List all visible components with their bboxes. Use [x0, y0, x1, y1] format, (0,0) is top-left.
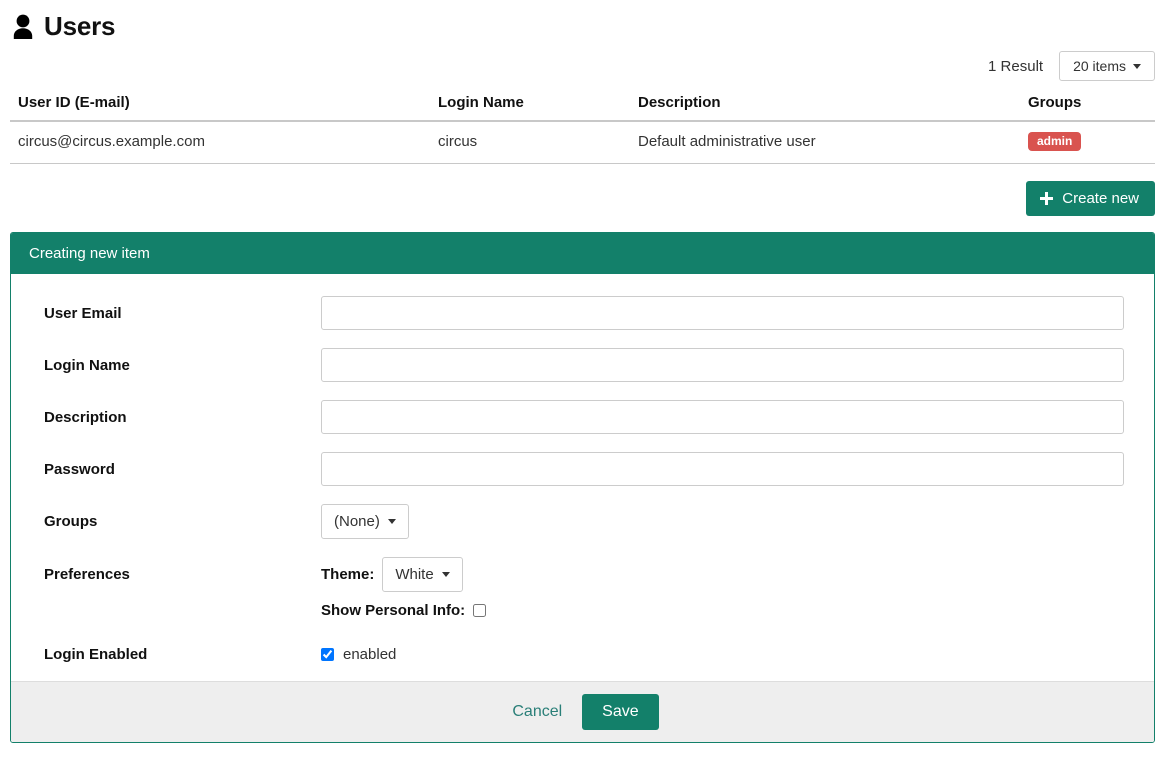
- cell-login-name: circus: [430, 121, 630, 164]
- cell-description: Default administrative user: [630, 121, 1020, 164]
- field-row-password: Password: [11, 452, 1154, 486]
- panel-footer: Cancel Save: [11, 681, 1154, 742]
- label-password: Password: [11, 452, 321, 478]
- user-icon: [12, 13, 34, 39]
- page-header: Users: [0, 0, 1165, 44]
- items-per-page-dropdown[interactable]: 20 items: [1059, 51, 1155, 81]
- result-count: 1 Result: [988, 58, 1043, 75]
- label-groups: Groups: [11, 504, 321, 530]
- create-new-row: Create new: [0, 164, 1165, 216]
- field-row-preferences: Preferences Theme: White Show Personal I…: [11, 557, 1154, 619]
- column-header-groups[interactable]: Groups: [1020, 88, 1155, 121]
- field-row-description: Description: [11, 400, 1154, 434]
- password-input[interactable]: [321, 452, 1124, 486]
- cell-groups: admin: [1020, 121, 1155, 164]
- field-row-user-email: User Email: [11, 296, 1154, 330]
- save-button[interactable]: Save: [582, 694, 658, 730]
- theme-selected-value: White: [395, 567, 433, 582]
- login-name-input[interactable]: [321, 348, 1124, 382]
- panel-title: Creating new item: [11, 233, 1154, 274]
- field-row-login-enabled: Login Enabled enabled: [11, 637, 1154, 663]
- users-table: User ID (E-mail) Login Name Description …: [10, 88, 1155, 164]
- items-per-page-label: 20 items: [1073, 59, 1126, 73]
- cell-user-email[interactable]: circus@circus.example.com: [10, 121, 430, 164]
- result-bar: 1 Result 20 items: [0, 44, 1165, 88]
- preference-theme: Theme: White: [321, 557, 1124, 592]
- plus-icon: [1040, 192, 1053, 205]
- field-row-groups: Groups (None): [11, 504, 1154, 539]
- column-header-login-name[interactable]: Login Name: [430, 88, 630, 121]
- cancel-button[interactable]: Cancel: [506, 695, 568, 729]
- table-header-row: User ID (E-mail) Login Name Description …: [10, 88, 1155, 121]
- show-personal-info-checkbox[interactable]: [473, 604, 486, 617]
- field-row-login-name: Login Name: [11, 348, 1154, 382]
- login-enabled-checkbox[interactable]: [321, 648, 334, 661]
- chevron-down-icon: [442, 572, 450, 577]
- create-new-button[interactable]: Create new: [1026, 181, 1155, 216]
- column-header-description[interactable]: Description: [630, 88, 1020, 121]
- create-item-panel: Creating new item User Email Login Name …: [10, 232, 1155, 743]
- label-theme: Theme:: [321, 566, 374, 583]
- users-table-container: User ID (E-mail) Login Name Description …: [0, 88, 1165, 164]
- preference-show-personal-info: Show Personal Info:: [321, 602, 1124, 619]
- groups-selected-value: (None): [334, 514, 380, 529]
- table-row[interactable]: circus@circus.example.com circus Default…: [10, 121, 1155, 164]
- create-new-label: Create new: [1062, 191, 1139, 206]
- page-title: Users: [44, 13, 115, 39]
- label-login-name: Login Name: [11, 348, 321, 374]
- panel-body: User Email Login Name Description Passwo…: [11, 274, 1154, 681]
- label-show-personal-info: Show Personal Info:: [321, 602, 465, 619]
- label-login-enabled: Login Enabled: [11, 637, 321, 663]
- label-description: Description: [11, 400, 321, 426]
- chevron-down-icon: [388, 519, 396, 524]
- groups-dropdown[interactable]: (None): [321, 504, 409, 539]
- column-header-user-id[interactable]: User ID (E-mail): [10, 88, 430, 121]
- status-badge: admin: [1028, 132, 1081, 151]
- label-user-email: User Email: [11, 296, 321, 322]
- chevron-down-icon: [1133, 64, 1141, 69]
- login-enabled-checkbox-label: enabled: [343, 646, 396, 663]
- users-page: Users 1 Result 20 items User ID (E-mail)…: [0, 0, 1165, 758]
- label-preferences: Preferences: [11, 557, 321, 583]
- theme-dropdown[interactable]: White: [382, 557, 462, 592]
- description-input[interactable]: [321, 400, 1124, 434]
- table-header: User ID (E-mail) Login Name Description …: [10, 88, 1155, 121]
- user-email-input[interactable]: [321, 296, 1124, 330]
- table-body: circus@circus.example.com circus Default…: [10, 121, 1155, 164]
